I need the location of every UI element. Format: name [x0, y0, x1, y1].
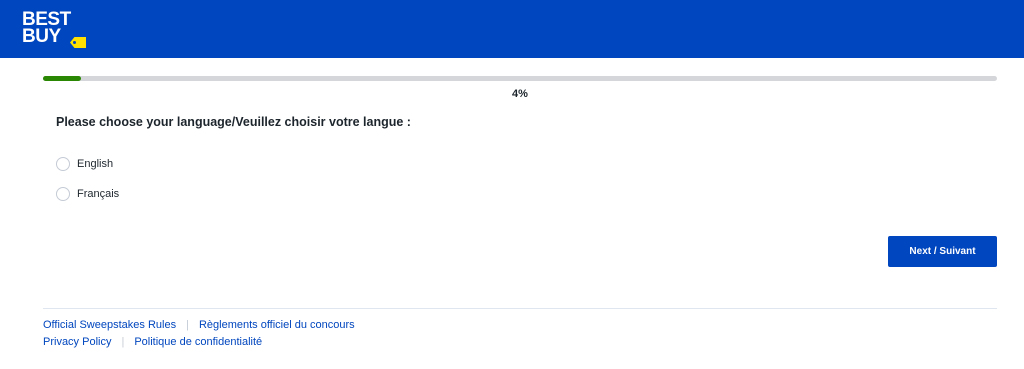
option-english-label[interactable]: English — [77, 158, 113, 170]
option-english[interactable]: English — [56, 156, 113, 172]
footer-links-row-1: Official Sweepstakes Rules | Règlements … — [43, 319, 355, 331]
option-francais-label[interactable]: Français — [77, 188, 119, 200]
footer-separator: | — [186, 319, 189, 331]
official-rules-link[interactable]: Official Sweepstakes Rules — [43, 319, 176, 331]
footer-links-row-2: Privacy Policy | Politique de confidenti… — [43, 336, 262, 348]
reglements-link[interactable]: Règlements officiel du concours — [199, 319, 355, 331]
site-header: BEST BUY — [0, 0, 1024, 58]
politique-confidentialite-link[interactable]: Politique de confidentialité — [134, 336, 262, 348]
footer-separator: | — [121, 336, 125, 348]
next-button[interactable]: Next / Suivant — [888, 236, 997, 267]
footer-divider — [43, 308, 997, 309]
option-francais[interactable]: Français — [56, 186, 119, 202]
radio-button-francais[interactable] — [56, 187, 70, 201]
progress-percent: 4% — [512, 88, 528, 100]
privacy-policy-link[interactable]: Privacy Policy — [43, 336, 111, 348]
progress-bar-fill — [43, 76, 82, 81]
best-buy-logo[interactable]: BEST BUY — [22, 10, 92, 51]
radio-button-english[interactable] — [56, 157, 70, 171]
progress-bar — [43, 76, 997, 81]
question-title: Please choose your language/Veuillez cho… — [56, 115, 411, 129]
